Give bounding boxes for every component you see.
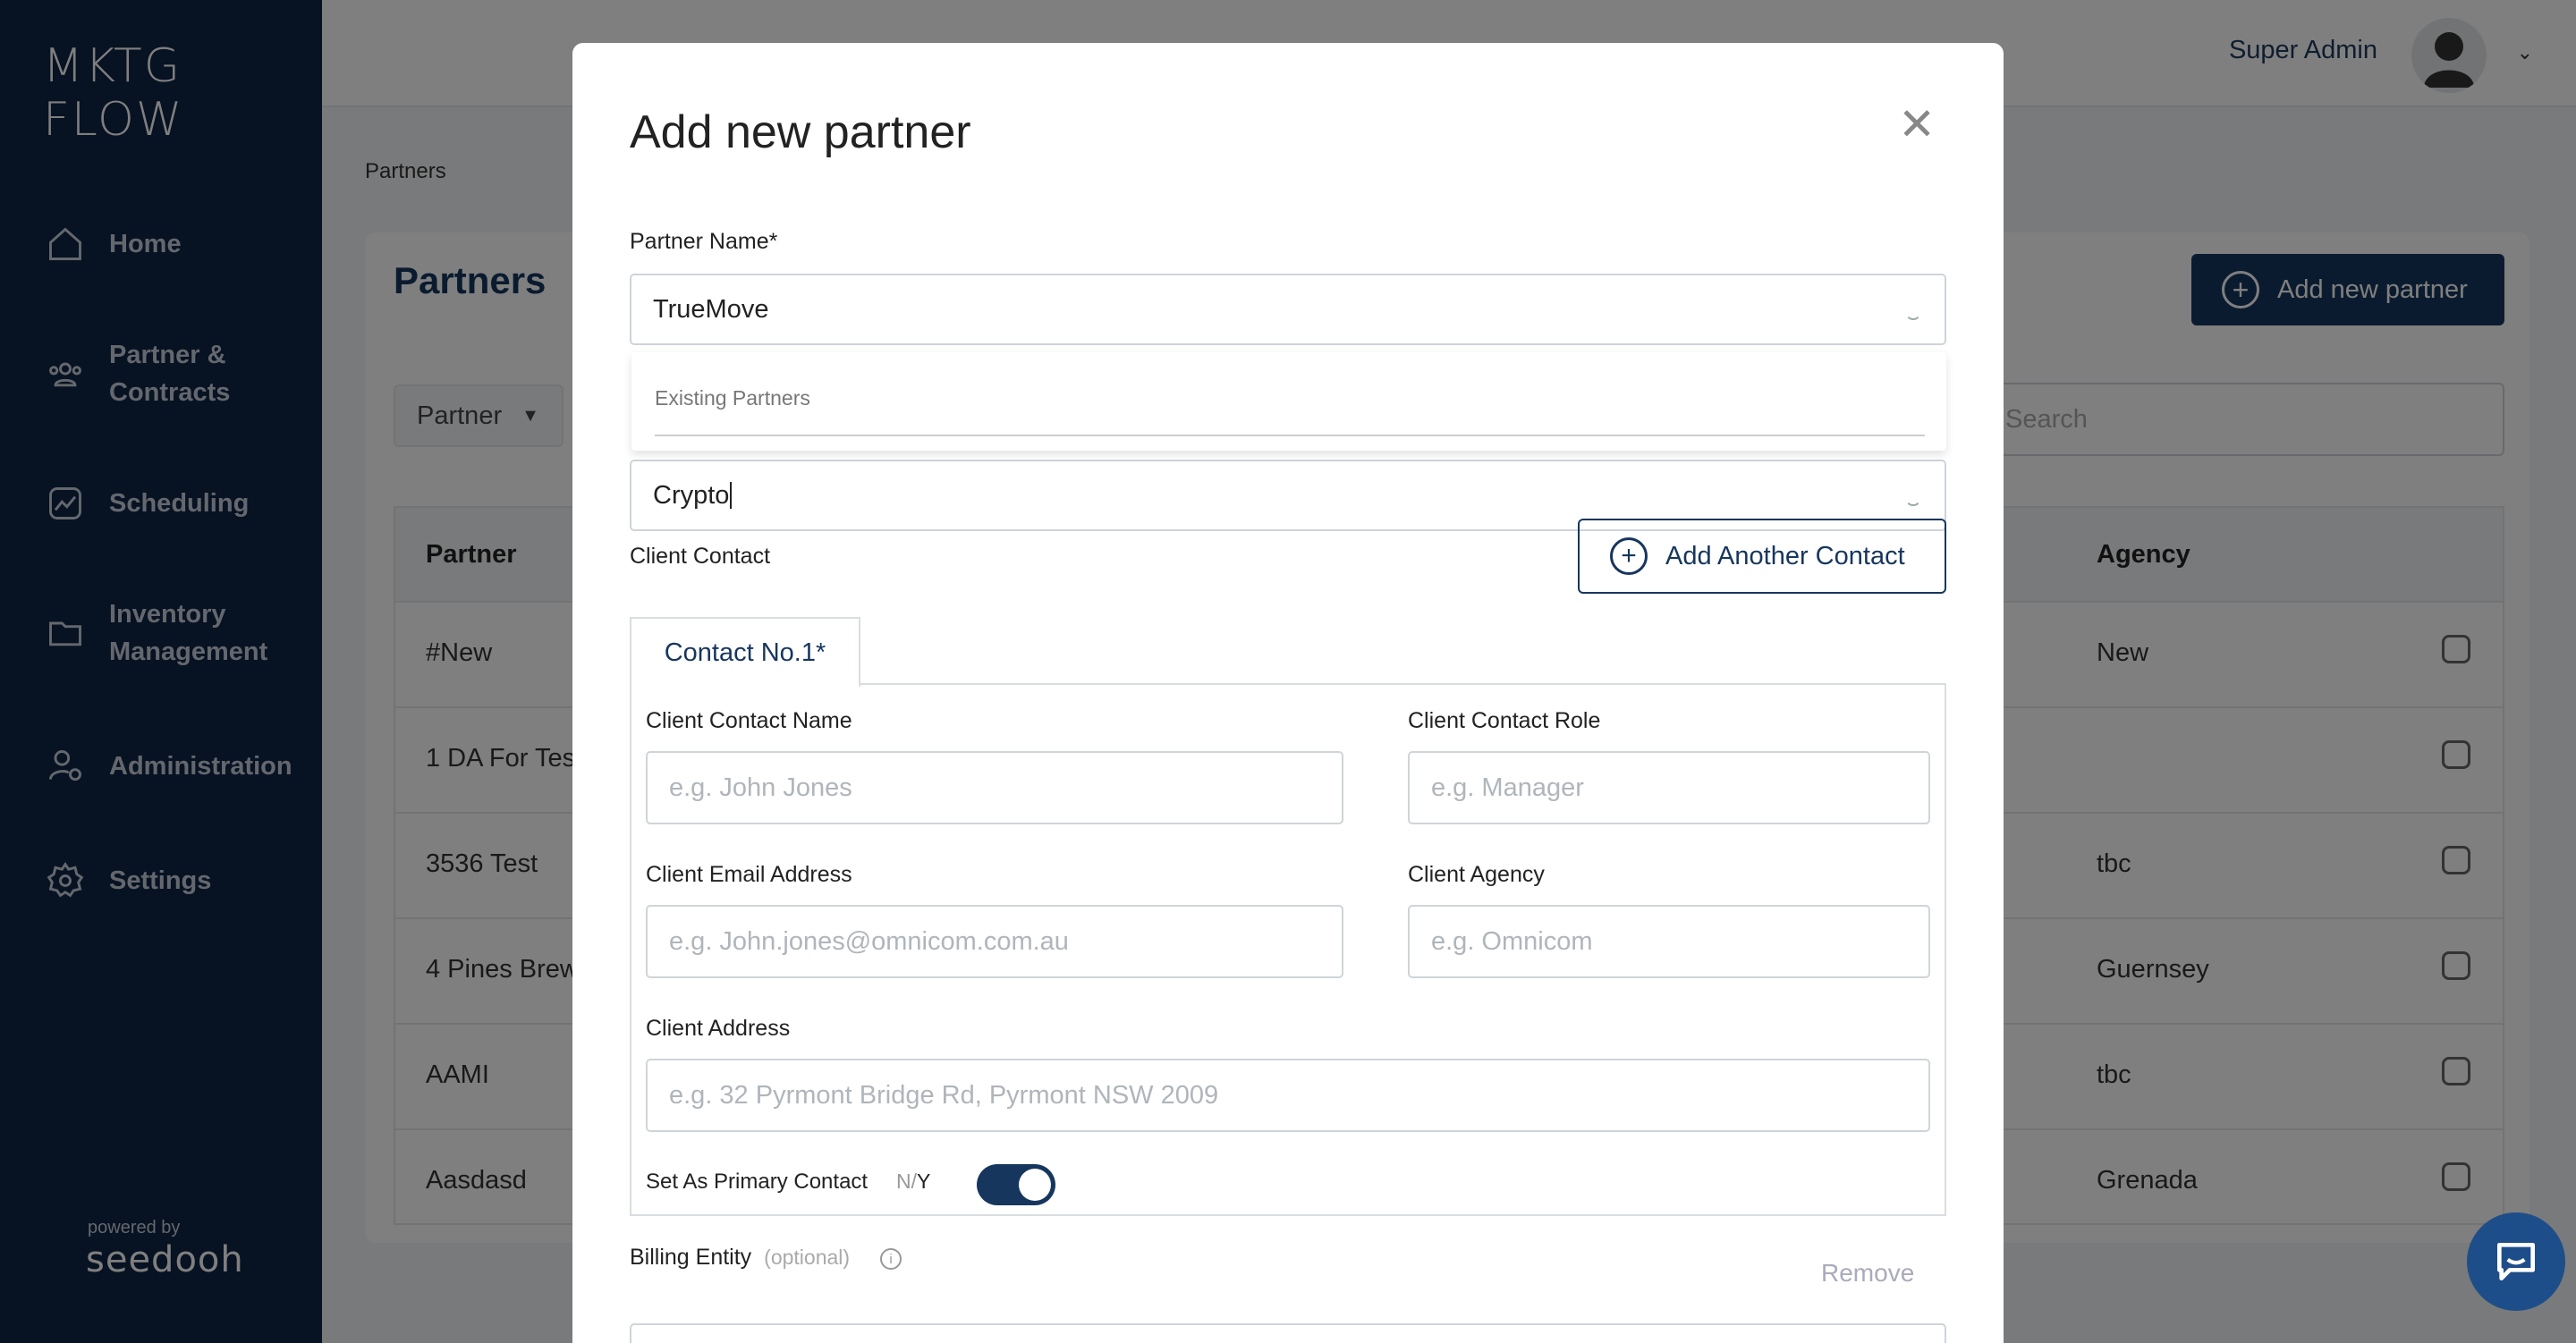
client-contact-label: Client Contact [630,544,771,569]
toggle-knob [1019,1169,1051,1201]
address-placeholder: e.g. 32 Pyrmont Bridge Rd, Pyrmont NSW 2… [669,1080,1219,1110]
contact-name-input[interactable]: e.g. John Jones [646,751,1343,824]
contact-role-placeholder: e.g. Manager [1431,773,1584,802]
agency-label: Client Agency [1408,862,1545,887]
modal-title: Add new partner [630,106,971,158]
partner-name-input[interactable]: TrueMove [630,274,1946,345]
partner-suggestions-dropdown: Existing Partners [631,352,1946,451]
email-input[interactable]: e.g. John.jones@omnicom.com.au [646,905,1343,978]
toggle-y: Y [917,1170,931,1193]
info-icon[interactable]: i [880,1248,902,1270]
address-input[interactable]: e.g. 32 Pyrmont Bridge Rd, Pyrmont NSW 2… [646,1059,1930,1132]
tab-label: Contact No.1* [664,638,826,667]
primary-contact-label: Set As Primary Contact [646,1170,869,1194]
toggle-n: N/ [896,1170,917,1193]
tab-contact-1[interactable]: Contact No.1* [630,617,860,687]
address-label: Client Address [646,1016,791,1041]
remove-button[interactable]: Remove [1821,1259,1914,1288]
optional-tag: (optional) [764,1246,851,1269]
agency-input[interactable]: e.g. Omnicom [1408,905,1930,978]
billing-entity-input[interactable] [630,1323,1946,1343]
primary-contact-toggle[interactable] [977,1164,1055,1205]
close-icon[interactable]: ✕ [1898,102,1936,147]
contact-name-label: Client Contact Name [646,708,852,733]
contact-role-label: Client Contact Role [1408,708,1601,733]
category-value: Crypto [653,480,730,510]
toggle-state-label: N/Y [896,1170,930,1194]
contact-name-placeholder: e.g. John Jones [669,773,852,802]
add-contact-label: Add Another Contact [1665,541,1905,570]
email-label: Client Email Address [646,862,852,887]
add-partner-modal: Add new partner ✕ Partner Name* TrueMove… [572,43,2004,1343]
email-placeholder: e.g. John.jones@omnicom.com.au [669,926,1069,956]
billing-label-text: Billing Entity [630,1245,752,1270]
text-cursor [730,482,733,509]
billing-entity-label: Billing Entity (optional) [630,1245,850,1271]
agency-placeholder: e.g. Omnicom [1431,926,1593,956]
dropdown-divider [655,435,1925,436]
partner-name-value: TrueMove [653,294,769,324]
add-another-contact-button[interactable]: + Add Another Contact [1578,519,1946,594]
partner-name-label: Partner Name* [630,229,778,254]
loading-icon [1905,490,1921,506]
chat-widget-button[interactable] [2467,1212,2565,1311]
chat-icon [2497,1243,2535,1280]
dropdown-group-header: Existing Partners [655,386,810,410]
plus-icon: + [1610,537,1648,575]
contact-role-input[interactable]: e.g. Manager [1408,751,1930,824]
loading-icon [1905,304,1921,320]
